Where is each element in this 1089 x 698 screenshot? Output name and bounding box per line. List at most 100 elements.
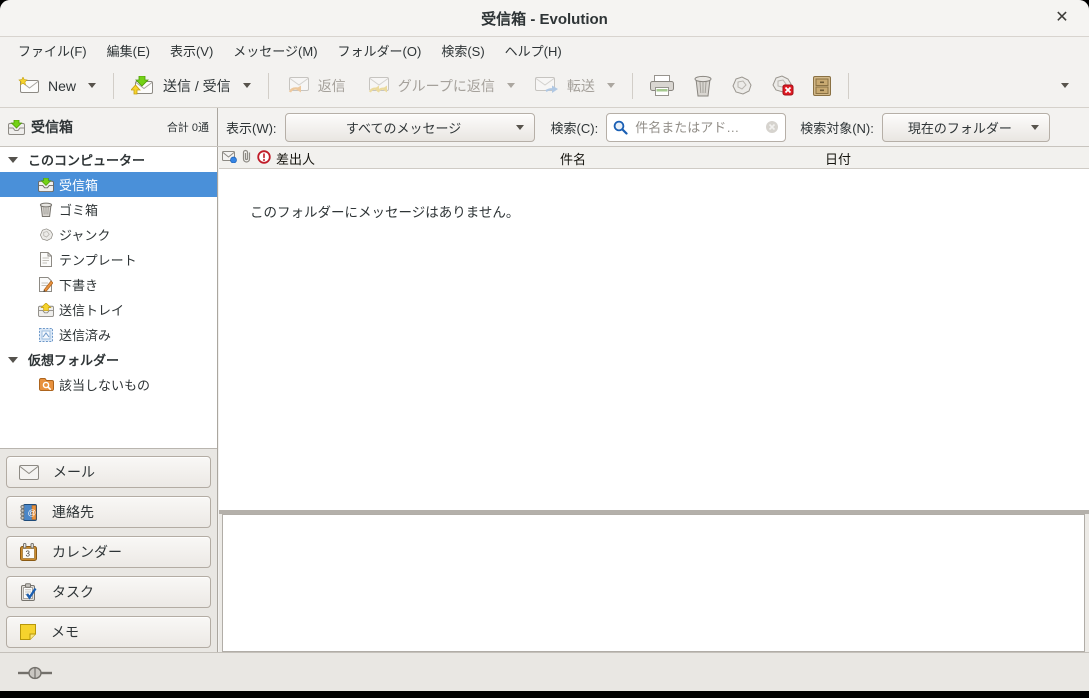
column-header-from[interactable]: 差出人 (276, 149, 315, 168)
menu-folder[interactable]: フォルダー(O) (328, 37, 432, 64)
menu-edit[interactable]: 編集(E) (97, 37, 160, 64)
folder-item-drafts[interactable]: 下書き (0, 272, 217, 297)
preview-pane[interactable] (222, 514, 1085, 652)
titlebar: 受信箱 - Evolution ✕ (0, 0, 1089, 37)
show-filter-value: すべてのメッセージ (296, 118, 512, 137)
group-reply-label: グループに返信 (398, 76, 495, 96)
delete-button[interactable] (684, 69, 722, 103)
show-filter-dropdown[interactable]: すべてのメッセージ (285, 113, 535, 142)
trash-icon (37, 202, 55, 217)
search-scope-value: 現在のフォルダー (893, 118, 1027, 137)
not-junk-button[interactable] (762, 69, 803, 103)
search-scope-label: 検索対象(N): (800, 118, 874, 137)
online-plug-icon (18, 666, 52, 680)
folder-label: 下書き (59, 275, 98, 294)
group-label: このコンピューター (28, 150, 145, 169)
outbox-icon (37, 303, 55, 317)
mail-icon (19, 465, 39, 480)
toolbar-separator (848, 73, 849, 99)
sent-icon (37, 328, 55, 342)
folder-label: ジャンク (59, 225, 110, 244)
memo-icon (19, 623, 37, 641)
column-header-date[interactable]: 日付 (825, 149, 851, 168)
switcher-memos-button[interactable]: メモ (6, 616, 211, 648)
switcher-label: メモ (51, 622, 79, 642)
column-header-subject[interactable]: 件名 (560, 149, 586, 168)
send-receive-dropdown-arrow-icon[interactable] (243, 83, 251, 88)
folder-item-inbox[interactable]: 受信箱 (0, 172, 217, 197)
junk-icon (37, 228, 55, 242)
new-dropdown-arrow-icon[interactable] (88, 83, 96, 88)
group-reply-button[interactable]: グループに返信 (356, 69, 525, 103)
inbox-icon (37, 178, 55, 192)
message-list[interactable]: このフォルダーにメッセージはありません。 (219, 169, 1089, 510)
switcher-tasks-button[interactable]: タスク (6, 576, 211, 608)
folder-label: 送信済み (59, 325, 111, 344)
main-pane: 差出人 件名 日付 このフォルダーにメッセージはありません。 (219, 147, 1089, 652)
folder-total-count: 合計 0通 (167, 119, 209, 135)
menu-file[interactable]: ファイル(F) (8, 37, 97, 64)
folder-item-templates[interactable]: テンプレート (0, 247, 217, 272)
switcher-contacts-button[interactable]: @ 連絡先 (6, 496, 211, 528)
current-folder-name: 受信箱 (31, 117, 73, 137)
tree-group-search-folders[interactable]: 仮想フォルダー (0, 347, 217, 372)
svg-text:@: @ (28, 507, 37, 517)
search-entry[interactable] (606, 113, 786, 142)
folder-item-outbox[interactable]: 送信トレイ (0, 297, 217, 322)
message-list-header: 差出人 件名 日付 (219, 147, 1089, 169)
send-receive-button[interactable]: 送信 / 受信 (121, 69, 261, 103)
folder-item-junk[interactable]: ジャンク (0, 222, 217, 247)
folder-bar: 受信箱 合計 0通 表示(W): すべてのメッセージ 検索(C): (0, 108, 1089, 147)
close-button[interactable]: ✕ (1049, 6, 1075, 30)
forward-button[interactable]: 転送 (525, 69, 625, 103)
header-status-icons (222, 149, 271, 164)
tree-group-this-computer[interactable]: このコンピューター (0, 147, 217, 172)
toolbar-separator (632, 73, 633, 99)
folder-label: ゴミ箱 (59, 200, 98, 219)
menu-search[interactable]: 検索(S) (431, 37, 494, 64)
search-icon (613, 120, 628, 135)
toolbar-separator (113, 73, 114, 99)
main-toolbar: New 送信 / 受信 (0, 64, 1089, 108)
search-scope-dropdown[interactable]: 現在のフォルダー (882, 113, 1050, 142)
evolution-window: 受信箱 - Evolution ✕ ファイル(F) 編集(E) 表示(V) メッ… (0, 0, 1089, 691)
status-bar (0, 652, 1089, 691)
folder-label: 該当しないもの (59, 375, 150, 394)
new-mail-icon (18, 77, 40, 94)
template-icon (37, 252, 55, 267)
expander-icon[interactable] (8, 157, 18, 163)
clear-search-icon[interactable] (765, 120, 779, 134)
inbox-icon (8, 120, 25, 135)
reply-button[interactable]: 返信 (276, 69, 356, 103)
switcher-mail-button[interactable]: メール (6, 456, 211, 488)
folder-item-sent[interactable]: 送信済み (0, 322, 217, 347)
attachment-column-icon[interactable] (242, 149, 252, 164)
group-reply-dropdown-arrow-icon[interactable] (507, 83, 515, 88)
new-button-label: New (48, 78, 76, 94)
junk-button[interactable] (722, 69, 762, 103)
reply-label: 返信 (318, 76, 346, 96)
junk-icon (731, 76, 753, 96)
search-input[interactable] (633, 119, 760, 136)
calendar-icon: 3 (19, 543, 38, 562)
folder-item-unmatched[interactable]: 該当しないもの (0, 372, 217, 397)
window-title: 受信箱 - Evolution (481, 8, 608, 29)
read-status-column-icon[interactable] (222, 150, 237, 163)
menubar: ファイル(F) 編集(E) 表示(V) メッセージ(M) フォルダー(O) 検索… (0, 37, 1089, 64)
contacts-icon: @ (19, 503, 38, 522)
forward-dropdown-arrow-icon[interactable] (607, 83, 615, 88)
switcher-calendar-button[interactable]: 3 カレンダー (6, 536, 211, 568)
print-icon (649, 75, 675, 96)
menu-view[interactable]: 表示(V) (160, 37, 223, 64)
print-button[interactable] (640, 69, 684, 103)
new-message-button[interactable]: New (8, 69, 106, 103)
menu-help[interactable]: ヘルプ(H) (495, 37, 572, 64)
important-column-icon[interactable] (257, 150, 271, 164)
switcher-label: メール (53, 462, 95, 482)
menu-message[interactable]: メッセージ(M) (223, 37, 327, 64)
expander-icon[interactable] (8, 357, 18, 363)
archive-button[interactable] (803, 69, 841, 103)
folder-item-trash[interactable]: ゴミ箱 (0, 197, 217, 222)
online-status-button[interactable] (18, 666, 52, 680)
toolbar-overflow-arrow-icon[interactable] (1061, 83, 1069, 88)
